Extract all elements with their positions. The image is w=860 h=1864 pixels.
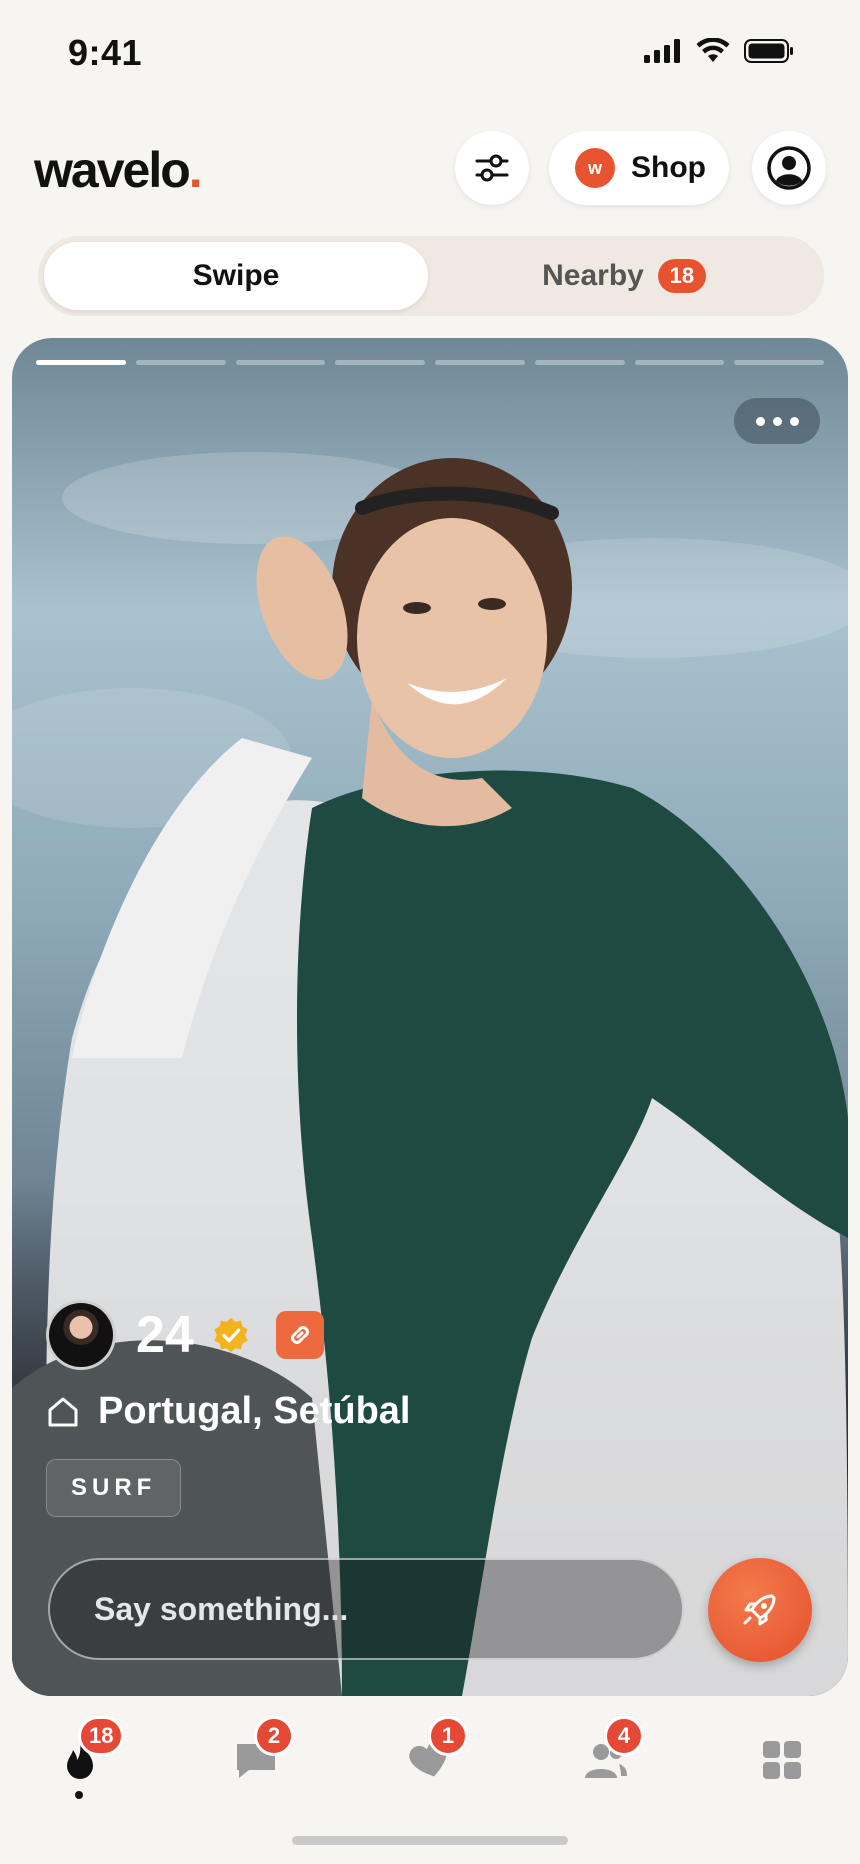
- user-avatar-icon: [767, 146, 811, 190]
- progress-segment: [135, 360, 226, 365]
- bottom-nav: 18 2 1 4: [0, 1706, 860, 1816]
- nav-badge: 4: [604, 1716, 644, 1756]
- nav-badge: 2: [254, 1716, 294, 1756]
- tab-nearby[interactable]: Nearby 18: [430, 242, 818, 310]
- more-dot: [789, 416, 799, 426]
- signal-icon: [644, 39, 680, 63]
- nearby-count-badge: 18: [657, 259, 706, 293]
- profile-info: 24 Portugal, Setúbal SURF: [46, 1300, 410, 1517]
- progress-segment: [235, 360, 326, 365]
- status-bar: 9:41: [0, 0, 860, 110]
- shop-coin-icon: w: [575, 148, 615, 188]
- battery-icon: [744, 39, 793, 63]
- rocket-icon: [743, 1594, 776, 1626]
- message-input[interactable]: Say something...: [48, 1558, 684, 1660]
- nav-more[interactable]: [752, 1730, 812, 1790]
- sliders-icon: [475, 154, 509, 182]
- app-logo[interactable]: wavelo.: [34, 141, 203, 199]
- nav-friends[interactable]: 4: [576, 1716, 644, 1790]
- social-link-button[interactable]: [275, 1311, 324, 1359]
- verified-badge-icon: [214, 1317, 248, 1353]
- grid-icon: [763, 1741, 801, 1779]
- nav-badge: 1: [428, 1716, 468, 1756]
- progress-segment: [435, 360, 525, 365]
- nav-likes[interactable]: 1: [400, 1716, 468, 1790]
- profile-button[interactable]: [752, 131, 826, 205]
- interest-tag: SURF: [46, 1459, 182, 1517]
- shop-label: Shop: [631, 151, 706, 184]
- progress-segment: [335, 360, 425, 365]
- profile-card[interactable]: 24 Portugal, Setúbal SURF Say something.…: [12, 338, 848, 1696]
- app-header: wavelo. w Shop: [0, 125, 860, 215]
- tab-swipe[interactable]: Swipe: [44, 242, 428, 310]
- progress-segment: [634, 360, 725, 365]
- profile-location: Portugal, Setúbal: [98, 1390, 411, 1432]
- progress-segment: [734, 360, 824, 365]
- nav-discover[interactable]: 18: [50, 1716, 125, 1790]
- home-icon: [48, 1397, 78, 1426]
- wifi-icon: [696, 38, 730, 62]
- profile-age: 24: [136, 1306, 194, 1364]
- message-placeholder: Say something...: [94, 1590, 349, 1627]
- shop-button[interactable]: w Shop: [549, 131, 729, 205]
- status-time: 9:41: [68, 32, 143, 73]
- profile-avatar[interactable]: [46, 1300, 116, 1370]
- active-indicator: [75, 1791, 83, 1799]
- link-icon: [290, 1326, 309, 1344]
- status-icons: [644, 38, 794, 64]
- filters-button[interactable]: [455, 131, 529, 205]
- nav-messages[interactable]: 2: [226, 1716, 294, 1790]
- photo-progress: [36, 360, 824, 365]
- progress-segment: [534, 360, 625, 365]
- progress-segment: [36, 360, 126, 365]
- boost-send-button[interactable]: [708, 1558, 812, 1662]
- more-options-button[interactable]: [734, 398, 820, 444]
- more-dot: [772, 416, 782, 426]
- nav-badge: 18: [78, 1716, 125, 1756]
- more-dot: [755, 416, 765, 426]
- tab-nearby-label: Nearby: [542, 259, 644, 292]
- home-indicator[interactable]: [292, 1836, 568, 1845]
- tab-swipe-label: Swipe: [192, 259, 280, 292]
- view-tabs: Swipe Nearby 18: [38, 236, 824, 316]
